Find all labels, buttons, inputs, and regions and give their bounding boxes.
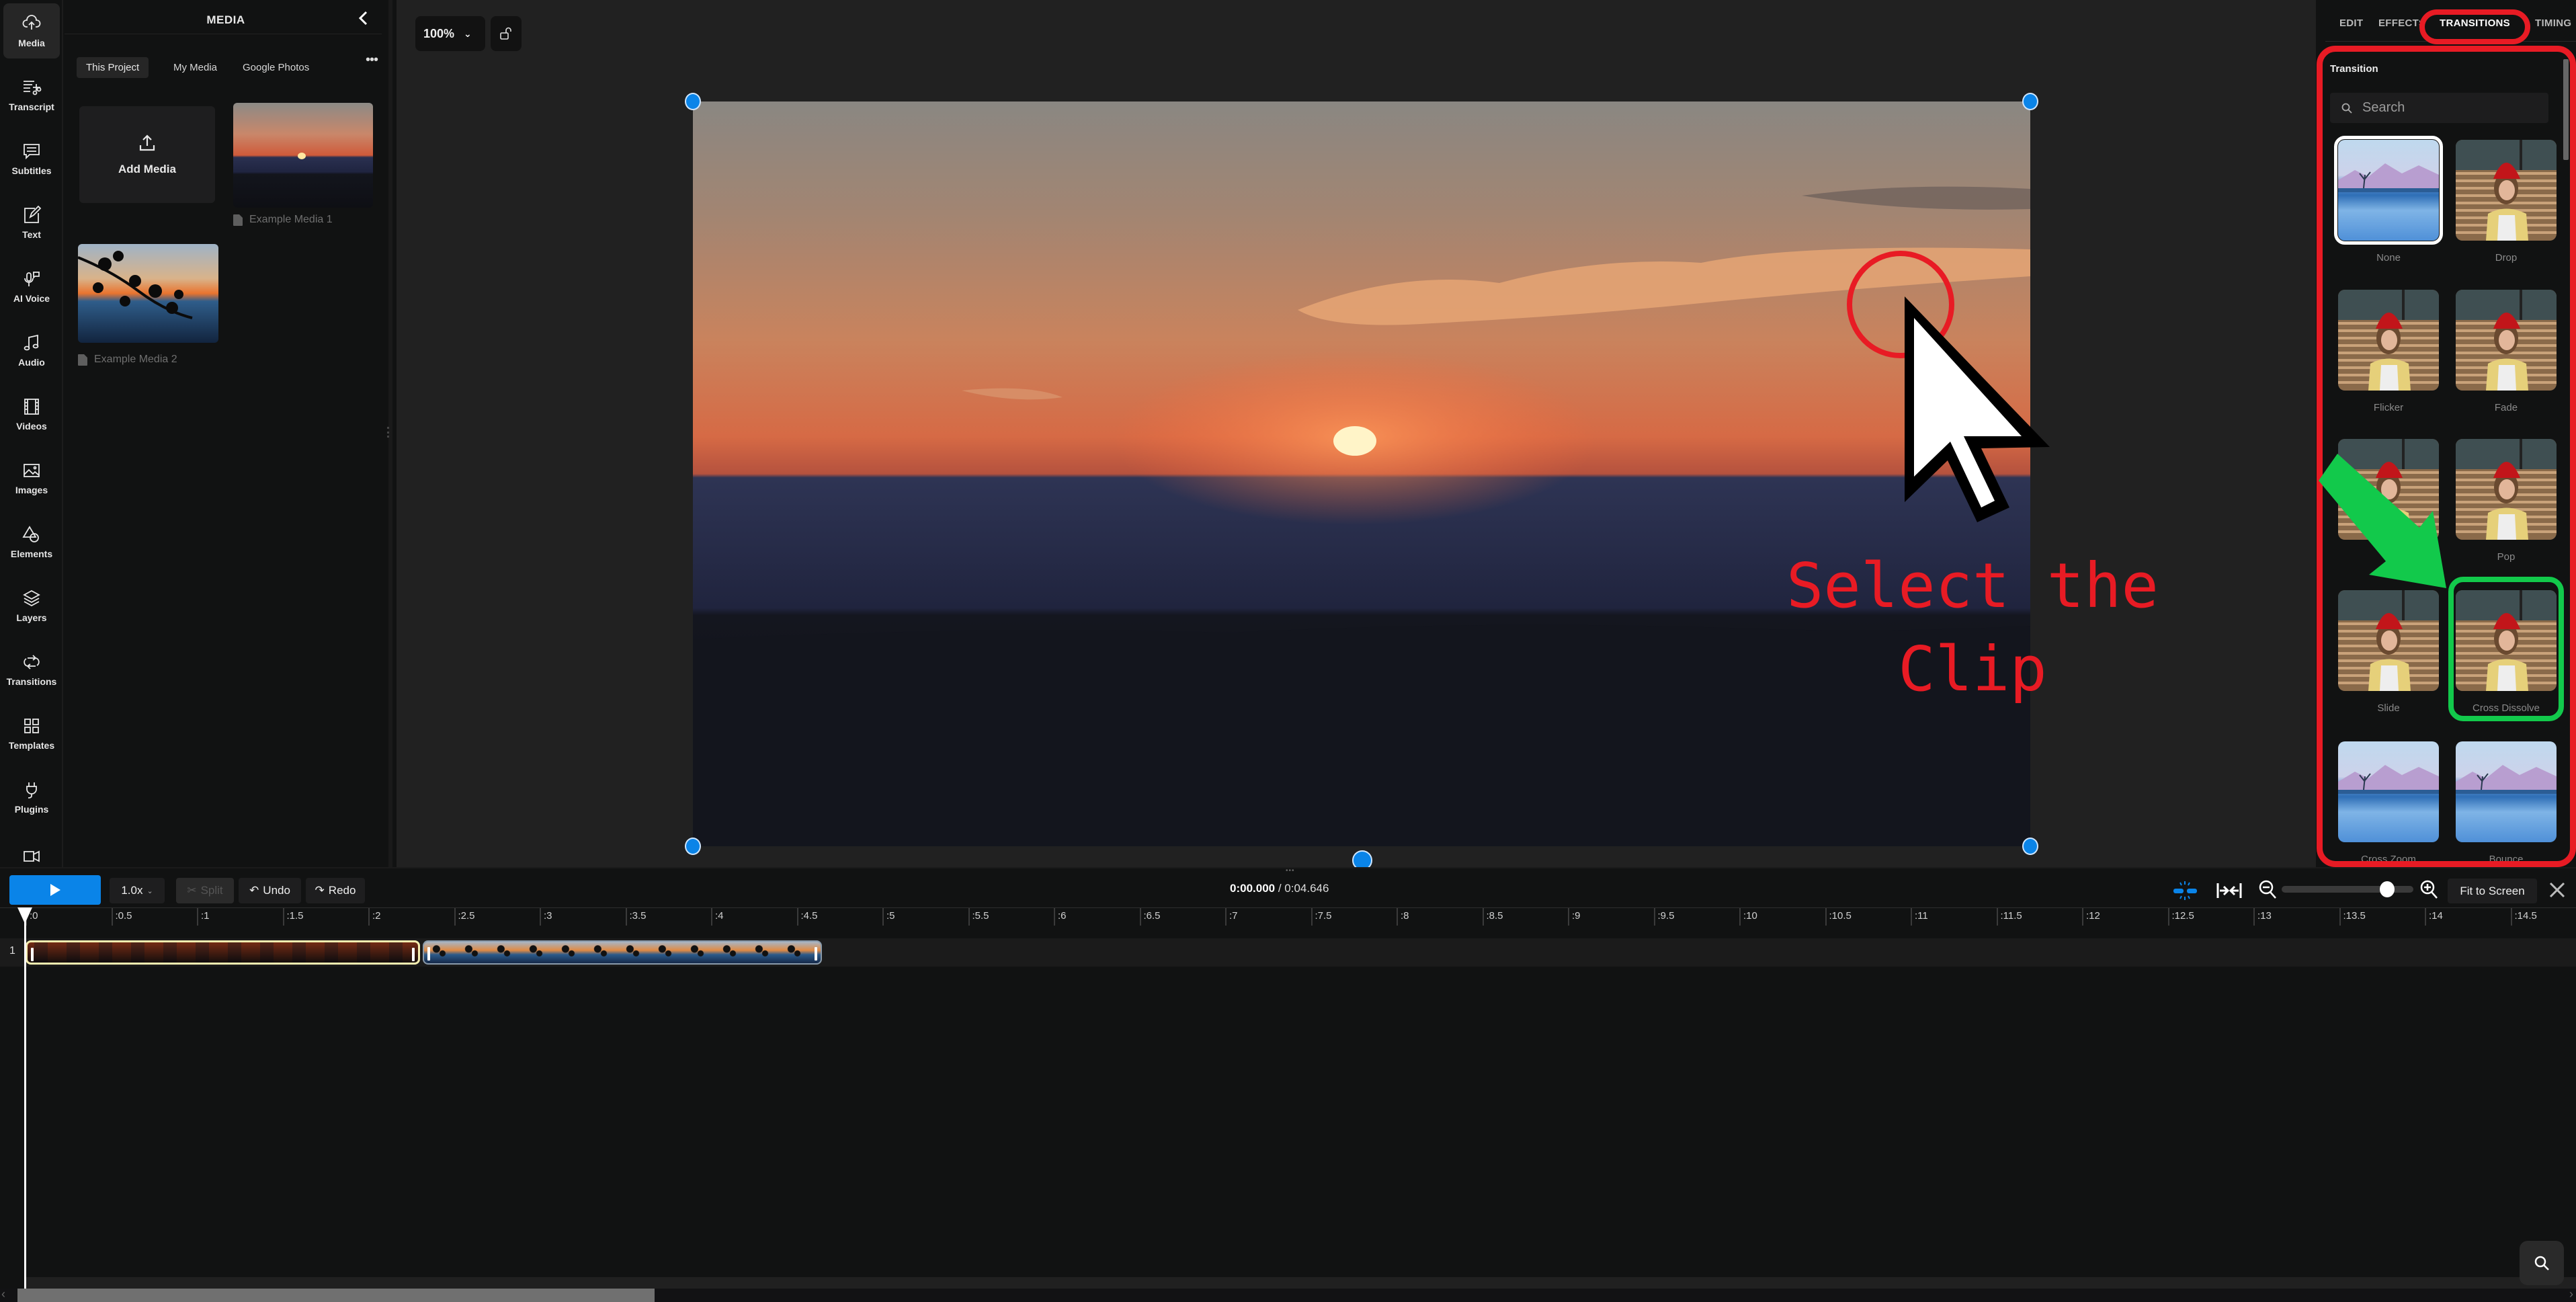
scroll-left-arrow[interactable]: ‹	[1, 1287, 5, 1301]
playback-speed-dropdown[interactable]: 1.0x ⌄	[110, 878, 165, 903]
ruler-tick: :5.5	[968, 908, 989, 926]
ruler-tick: :1	[197, 908, 210, 926]
instruction-line-2: Clip	[1898, 633, 2047, 705]
ruler-tick: :4	[711, 908, 724, 926]
ruler-tick: :13	[2253, 908, 2272, 926]
ruler-tick: :6	[1054, 908, 1067, 926]
clip-frame-silhouette	[461, 943, 479, 958]
undo-button[interactable]: ↶ Undo	[239, 878, 301, 903]
timeline-bottom-bar	[24, 1277, 2576, 1289]
search-icon	[2534, 1256, 2549, 1270]
instruction-line-1: Select the	[1786, 550, 2159, 622]
zoom-in-button[interactable]	[2419, 879, 2440, 904]
ruler-tick: :0.5	[111, 908, 132, 926]
selected-clip[interactable]	[26, 940, 420, 965]
annotation-highlight-transitions-tab	[2419, 9, 2530, 44]
ruler-tick: :4.5	[796, 908, 818, 926]
clip-frame-silhouette	[622, 943, 640, 958]
annotation-cursor-icon	[1905, 296, 2050, 522]
split-button[interactable]: ✂ Split	[176, 878, 234, 903]
timeline-zoom-slider-thumb[interactable]	[2379, 881, 2395, 897]
ruler-tick: :3.5	[625, 908, 647, 926]
ruler-tick: :5	[882, 908, 895, 926]
clip-frame-silhouette	[751, 943, 770, 958]
clip-frame-silhouette	[558, 943, 576, 958]
ruler-tick: :12	[2082, 908, 2100, 926]
fit-to-screen-button[interactable]: Fit to Screen	[2448, 879, 2537, 903]
zoom-in-icon	[2420, 880, 2438, 899]
ruler-tick: :7	[1225, 908, 1238, 926]
clip-frame-silhouette	[655, 943, 673, 958]
snap-toggle-button[interactable]	[2172, 879, 2199, 905]
timeline-ruler[interactable]: :0:0.5:1:1.5:2:2.5:3:3.5:4:4.5:5:5.5:6:6…	[0, 907, 2576, 928]
ruler-tick: :14	[2425, 908, 2443, 926]
clip-trim-handle-left[interactable]	[427, 947, 430, 961]
collapse-horizontal-icon	[2216, 883, 2242, 898]
playhead-handle[interactable]	[17, 907, 32, 924]
chevron-down-icon: ⌄	[147, 887, 153, 895]
clip-frame-silhouette	[784, 943, 802, 958]
annotation-green-arrow-icon	[2319, 454, 2446, 588]
ruler-tick: :2.5	[454, 908, 475, 926]
clip-trim-handle-left[interactable]	[31, 948, 34, 961]
undo-label: Undo	[263, 884, 290, 897]
ruler-tick: :14.5	[2510, 908, 2537, 926]
clip-frame-silhouette	[687, 943, 705, 958]
annotation-instruction-text: Select the Clip	[1747, 544, 2198, 711]
timeline-resize-grip[interactable]: •••	[1286, 867, 1295, 874]
speed-value: 1.0x	[121, 884, 143, 897]
undo-icon: ↶	[249, 884, 259, 897]
snap-split-icon	[2173, 881, 2197, 900]
timeline-scrollbar-thumb[interactable]	[17, 1289, 655, 1302]
redo-icon: ↷	[315, 884, 325, 897]
time-readout: 0:00.000 / 0:04.646	[1230, 882, 1329, 895]
zoom-out-icon	[2259, 880, 2276, 899]
playhead[interactable]	[24, 909, 26, 1289]
scroll-right-arrow[interactable]: ›	[2569, 1287, 2573, 1301]
ruler-tick: :6.5	[1139, 908, 1161, 926]
clip-frame-silhouette	[719, 943, 737, 958]
clip-frame-silhouette	[526, 943, 544, 958]
ruler-tick: :10	[1739, 908, 1757, 926]
ruler-tick: :8	[1397, 908, 1409, 926]
timeline-panel	[0, 867, 2576, 1302]
fit-clips-button[interactable]	[2216, 881, 2243, 904]
ruler-tick: :7.5	[1311, 908, 1332, 926]
ruler-tick: :12.5	[2167, 908, 2194, 926]
ruler-tick: :11	[1911, 908, 1928, 926]
ruler-tick: :13.5	[2339, 908, 2366, 926]
transition-grid: None Drop Flicker Fade Pop Slide Cross Dissolv…	[0, 0, 2576, 862]
split-label: Split	[200, 884, 223, 897]
close-timeline-button[interactable]	[2547, 878, 2567, 902]
redo-label: Redo	[328, 884, 356, 897]
clip-frame-silhouette	[493, 943, 511, 958]
ruler-tick: :3	[540, 908, 552, 926]
timeline-search-button[interactable]	[2520, 1241, 2564, 1285]
clip-trim-handle-right[interactable]	[411, 948, 415, 961]
ruler-tick: :9	[1568, 908, 1581, 926]
clip-frame-silhouette	[590, 943, 608, 958]
clip-frame-silhouette	[429, 943, 447, 958]
ruler-tick: :2	[368, 908, 381, 926]
redo-button[interactable]: ↷ Redo	[306, 878, 365, 903]
ruler-tick: :11.5	[1996, 908, 2022, 926]
track-number: 1	[9, 945, 15, 957]
annotation-highlight-cross-dissolve	[2448, 577, 2564, 721]
scissors-icon: ✂	[187, 884, 197, 897]
zoom-out-button[interactable]	[2258, 879, 2278, 904]
ruler-tick: :8.5	[1482, 908, 1503, 926]
ruler-tick: :1.5	[282, 908, 304, 926]
time-separator: /	[1275, 882, 1285, 895]
play-button[interactable]	[9, 875, 101, 905]
ruler-tick: :9.5	[1653, 908, 1675, 926]
current-time: 0:00.000	[1230, 882, 1276, 895]
clip-trim-handle-right[interactable]	[814, 947, 817, 961]
close-icon	[2549, 882, 2565, 898]
clip[interactable]	[422, 940, 822, 965]
play-icon	[50, 884, 60, 896]
total-time: 0:04.646	[1284, 882, 1329, 895]
ruler-tick: :10.5	[1825, 908, 1852, 926]
